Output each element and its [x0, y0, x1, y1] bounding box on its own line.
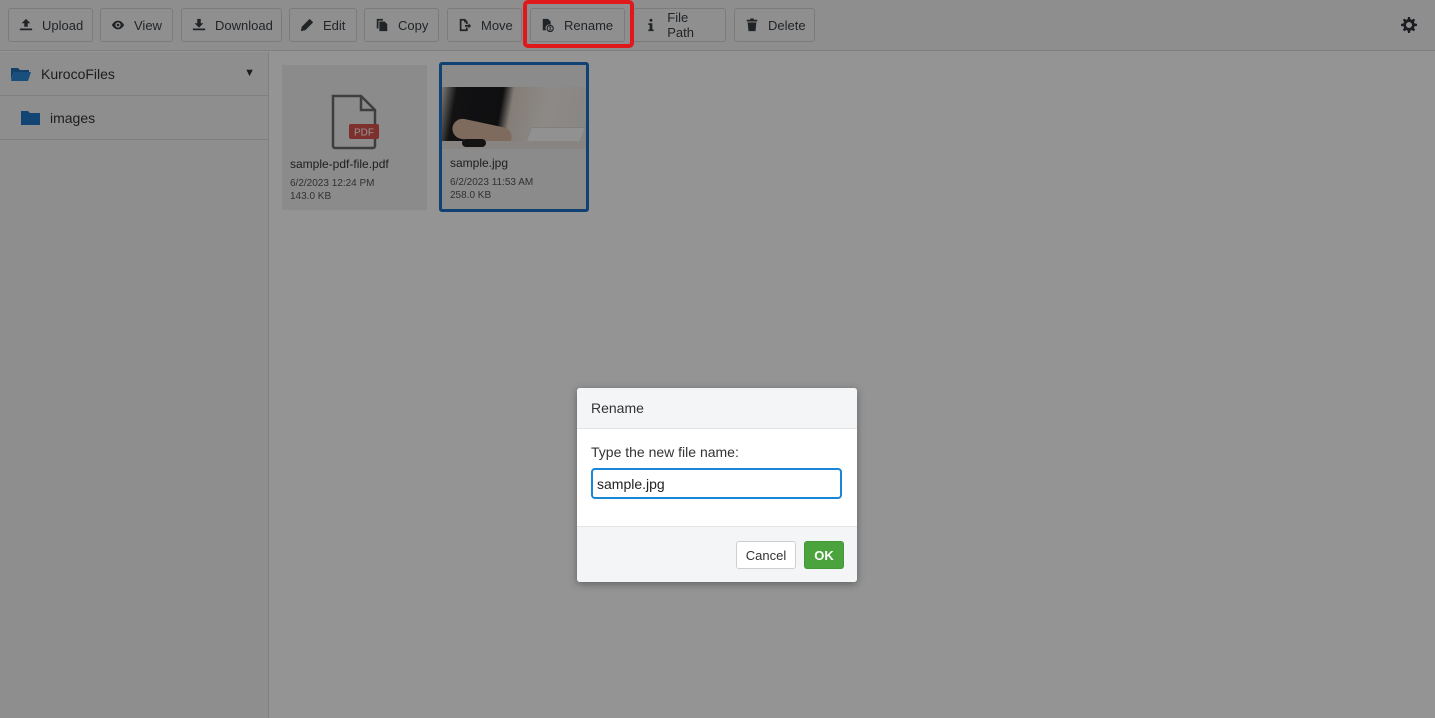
rename-highlight-annotation — [523, 0, 634, 48]
modal-backdrop[interactable] — [0, 0, 1435, 718]
dialog-footer: Cancel OK — [577, 526, 857, 582]
cancel-button[interactable]: Cancel — [736, 541, 796, 569]
rename-dialog: Rename Type the new file name: Cancel OK — [577, 388, 857, 582]
dialog-prompt: Type the new file name: — [591, 444, 739, 460]
ok-button[interactable]: OK — [804, 541, 844, 569]
new-file-name-input[interactable] — [591, 468, 842, 499]
dialog-title: Rename — [577, 388, 857, 429]
